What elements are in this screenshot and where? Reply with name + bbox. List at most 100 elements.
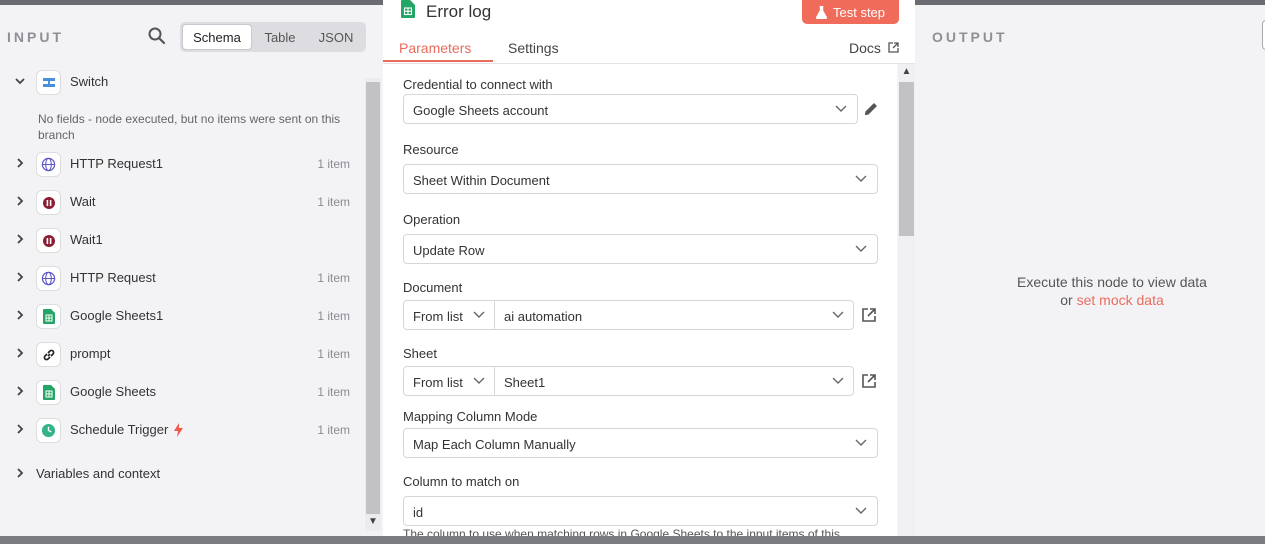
node-label: Schedule Trigger [70, 422, 169, 437]
bottom-bar [0, 536, 1265, 544]
dialog-header: Error log Test step Parameters Settings … [383, 0, 915, 64]
chevron-right-icon [17, 424, 24, 434]
node-row[interactable]: HTTP Request 1 item [0, 263, 360, 293]
external-link-icon[interactable] [861, 307, 877, 323]
node-row-switch[interactable]: Switch [0, 67, 360, 97]
node-row[interactable]: Google Sheets1 1 item [0, 301, 360, 331]
mapping-mode-label: Mapping Column Mode [403, 409, 538, 424]
google-sheets-icon [36, 380, 61, 405]
node-row[interactable]: prompt 1 item [0, 339, 360, 369]
or-text: or [1060, 292, 1073, 308]
document-select[interactable]: ai automation [494, 300, 854, 330]
pencil-icon[interactable] [863, 101, 879, 117]
sheet-label: Sheet [403, 346, 437, 361]
chevron-down-icon [473, 377, 485, 384]
chevron-right-icon [17, 196, 24, 206]
resource-value: Sheet Within Document [413, 173, 550, 188]
sheet-mode-select[interactable]: From list [403, 366, 495, 396]
node-row[interactable]: Google Sheets 1 item [0, 377, 360, 407]
output-title: OUTPUT [932, 29, 1008, 45]
switch-node-icon [36, 70, 61, 95]
node-label: Switch [70, 74, 109, 89]
item-count: 1 item [317, 195, 350, 209]
pause-icon [36, 228, 61, 253]
mapping-mode-select[interactable]: Map Each Column Manually [403, 428, 878, 458]
input-title: INPUT [7, 29, 64, 45]
node-label: Wait [70, 194, 96, 209]
test-step-label: Test step [832, 4, 886, 20]
item-count: 1 item [317, 157, 350, 171]
match-column-value: id [413, 505, 424, 520]
chevron-down-icon [15, 78, 25, 85]
globe-icon [36, 152, 61, 177]
document-mode-select[interactable]: From list [403, 300, 495, 330]
item-count: 1 item [317, 309, 350, 323]
parameters-panel: Credential to connect with Google Sheets… [383, 64, 915, 544]
resource-label: Resource [403, 142, 459, 157]
output-empty-state: Execute this node to view data or set mo… [915, 273, 1265, 309]
match-column-label: Column to match on [403, 474, 520, 489]
empty-message-line2: or set mock data [915, 291, 1265, 309]
chevron-down-icon [832, 311, 844, 318]
item-count: 1 item [317, 385, 350, 399]
resource-select[interactable]: Sheet Within Document [403, 164, 878, 194]
credential-label: Credential to connect with [403, 77, 553, 92]
parameters-form: Credential to connect with Google Sheets… [383, 64, 897, 544]
variables-and-context[interactable]: Variables and context [36, 466, 160, 481]
match-column-select[interactable]: id [403, 496, 878, 526]
input-panel: INPUT Schema Table JSON Switch No fields… [0, 5, 383, 536]
document-value: ai automation [504, 309, 583, 324]
docs-link[interactable]: Docs [849, 40, 899, 56]
no-fields-message: No fields - node executed, but no items … [38, 112, 341, 142]
chevron-down-icon [855, 175, 867, 182]
document-mode-value: From list [413, 309, 463, 324]
sheet-select[interactable]: Sheet1 [494, 366, 854, 396]
test-step-button[interactable]: Test step [802, 0, 899, 24]
node-label: Google Sheets1 [70, 308, 164, 323]
chevron-right-icon [17, 348, 24, 358]
chevron-down-icon [855, 439, 867, 446]
empty-message: Execute this node to view data [1017, 274, 1207, 290]
scroll-down-arrow-icon[interactable]: ▼ [365, 514, 381, 530]
external-link-icon [888, 42, 899, 53]
node-details-dialog: Error log Test step Parameters Settings … [383, 0, 915, 544]
sheet-value: Sheet1 [504, 375, 546, 390]
sheet-mode-value: From list [413, 375, 463, 390]
chevron-right-icon [17, 386, 24, 396]
node-row[interactable]: Schedule Trigger 1 item [0, 415, 360, 445]
node-label: HTTP Request1 [70, 156, 163, 171]
chevron-right-icon [17, 234, 24, 244]
search-icon[interactable] [147, 26, 167, 46]
parameters-scrollbar-thumb[interactable] [899, 82, 914, 236]
docs-label: Docs [849, 40, 881, 56]
credential-value: Google Sheets account [413, 103, 549, 118]
tab-parameters[interactable]: Parameters [399, 40, 471, 56]
node-title[interactable]: Error log [426, 2, 491, 22]
chevron-right-icon[interactable] [14, 467, 26, 479]
flask-icon [815, 5, 827, 19]
output-panel: OUTPUT Execute this node to view data or… [915, 5, 1265, 536]
tab-settings[interactable]: Settings [508, 40, 559, 56]
item-count: 1 item [317, 271, 350, 285]
node-row[interactable]: HTTP Request1 1 item [0, 149, 360, 179]
tab-table[interactable]: Table [252, 24, 308, 50]
tab-json[interactable]: JSON [308, 24, 364, 50]
input-scrollbar-thumb[interactable] [366, 82, 380, 514]
item-count: 1 item [317, 347, 350, 361]
chevron-down-icon [832, 377, 844, 384]
view-mode-switch: Schema Table JSON [180, 22, 366, 52]
credential-select[interactable]: Google Sheets account [403, 94, 858, 124]
set-mock-data-link[interactable]: set mock data [1077, 292, 1164, 308]
node-row[interactable]: Wait1 [0, 225, 360, 255]
node-row[interactable]: Wait 1 item [0, 187, 360, 217]
mapping-mode-value: Map Each Column Manually [413, 437, 576, 452]
scroll-up-arrow-icon[interactable]: ▲ [898, 66, 915, 80]
clock-icon [36, 418, 61, 443]
document-label: Document [403, 280, 463, 295]
chevron-right-icon [17, 272, 24, 282]
operation-select[interactable]: Update Row [403, 234, 878, 264]
chevron-down-icon [855, 245, 867, 252]
operation-label: Operation [403, 212, 461, 227]
tab-schema[interactable]: Schema [182, 24, 252, 50]
external-link-icon[interactable] [861, 373, 877, 389]
